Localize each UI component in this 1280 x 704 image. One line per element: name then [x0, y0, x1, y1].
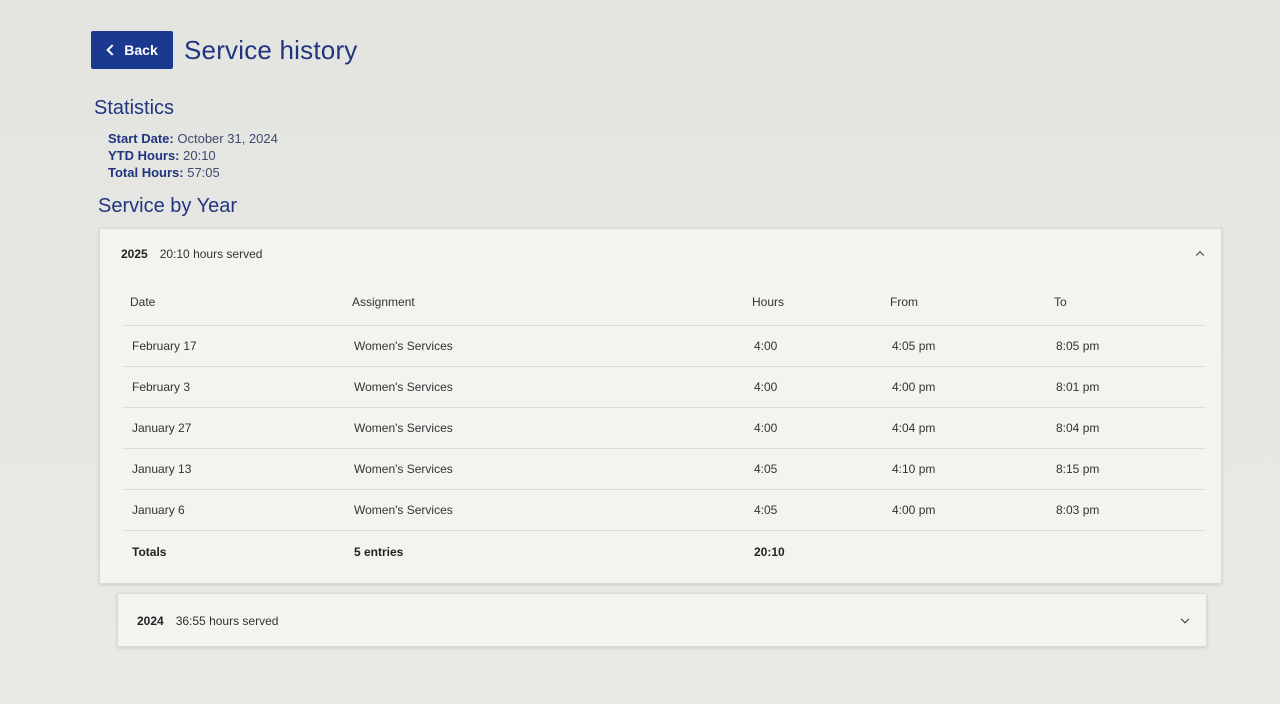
- chevron-down-icon[interactable]: [1180, 614, 1190, 624]
- cell-to: 8:01 pm: [1046, 366, 1206, 408]
- totals-empty-to: [1046, 531, 1206, 574]
- year-label: 2024: [137, 614, 164, 628]
- start-date-value: October 31, 2024: [177, 131, 278, 146]
- year-panel-2025: 2025 20:10 hours served Date Assignment …: [99, 228, 1222, 584]
- column-header-hours: Hours: [744, 279, 882, 326]
- totals-label: Totals: [132, 545, 167, 559]
- cell-date: January 27: [122, 407, 344, 449]
- back-button[interactable]: Back: [91, 31, 173, 69]
- cell-hours: 4:00: [744, 325, 882, 367]
- cell-to: 8:03 pm: [1046, 489, 1206, 531]
- total-hours-label: Total Hours:: [108, 165, 184, 180]
- hours-served-label: 36:55 hours served: [175, 614, 279, 628]
- cell-date: February 17: [122, 325, 344, 367]
- page-title: Service history: [184, 34, 358, 65]
- table-row: January 13 Women's Services 4:05 4:10 pm…: [122, 448, 1206, 490]
- cell-from: 4:04 pm: [882, 407, 1046, 449]
- column-header-assignment: Assignment: [344, 279, 744, 326]
- totals-entries: 5 entries: [354, 545, 404, 559]
- column-header-to: To: [1046, 279, 1206, 326]
- cell-hours: 4:05: [744, 489, 882, 531]
- total-hours-row: Total Hours: 57:05: [108, 164, 278, 181]
- cell-from: 4:00 pm: [882, 366, 1046, 408]
- cell-from: 4:00 pm: [882, 489, 1046, 531]
- cell-from: 4:05 pm: [882, 325, 1046, 367]
- cell-to: 8:15 pm: [1046, 448, 1206, 490]
- cell-to: 8:04 pm: [1046, 407, 1206, 449]
- start-date-row: Start Date: October 31, 2024: [108, 130, 278, 147]
- cell-assignment: Women's Services: [344, 366, 744, 408]
- total-hours-value: 57:05: [187, 165, 220, 180]
- year-panel-header-2025[interactable]: 2025 20:10 hours served: [100, 229, 1221, 279]
- cell-date: January 13: [122, 448, 344, 490]
- back-button-label: Back: [124, 42, 158, 58]
- cell-assignment: Women's Services: [344, 448, 744, 490]
- cell-assignment: Women's Services: [344, 325, 744, 367]
- column-header-from: From: [882, 279, 1046, 326]
- chevron-up-icon[interactable]: [1195, 250, 1205, 260]
- service-by-year-heading: Service by Year: [98, 195, 237, 217]
- cell-assignment: Women's Services: [344, 489, 744, 531]
- table-row: January 6 Women's Services 4:05 4:00 pm …: [122, 489, 1206, 531]
- totals-hours: 20:10: [754, 545, 785, 559]
- cell-hours: 4:05: [744, 448, 882, 490]
- hours-served-label: 20:10 hours served: [159, 247, 263, 261]
- ytd-hours-value: 20:10: [183, 148, 216, 163]
- table-header-row: Date Assignment Hours From To: [122, 279, 1206, 326]
- ytd-hours-label: YTD Hours:: [108, 148, 180, 163]
- statistics-heading: Statistics: [94, 97, 175, 119]
- column-header-date: Date: [122, 279, 344, 326]
- statistics-list: Start Date: October 31, 2024 YTD Hours: …: [108, 130, 278, 181]
- table-row: January 27 Women's Services 4:00 4:04 pm…: [122, 407, 1206, 449]
- totals-row: Totals 5 entries 20:10: [122, 531, 1206, 574]
- service-table: Date Assignment Hours From To February 1…: [122, 279, 1206, 573]
- cell-assignment: Women's Services: [344, 407, 744, 449]
- chevron-left-icon: [106, 44, 118, 56]
- table-row: February 17 Women's Services 4:00 4:05 p…: [122, 325, 1206, 367]
- page-header: Back Service history: [91, 31, 358, 69]
- cell-hours: 4:00: [744, 366, 882, 408]
- cell-to: 8:05 pm: [1046, 325, 1206, 367]
- start-date-label: Start Date:: [108, 131, 174, 146]
- cell-hours: 4:00: [744, 407, 882, 449]
- ytd-hours-row: YTD Hours: 20:10: [108, 147, 278, 164]
- table-row: February 3 Women's Services 4:00 4:00 pm…: [122, 366, 1206, 408]
- cell-from: 4:10 pm: [882, 448, 1046, 490]
- totals-empty-from: [882, 531, 1046, 574]
- year-panel-2024: 2024 36:55 hours served: [117, 593, 1207, 647]
- year-label: 2025: [121, 247, 148, 261]
- cell-date: January 6: [122, 489, 344, 531]
- year-panel-header-2024[interactable]: 2024 36:55 hours served: [118, 594, 1206, 648]
- cell-date: February 3: [122, 366, 344, 408]
